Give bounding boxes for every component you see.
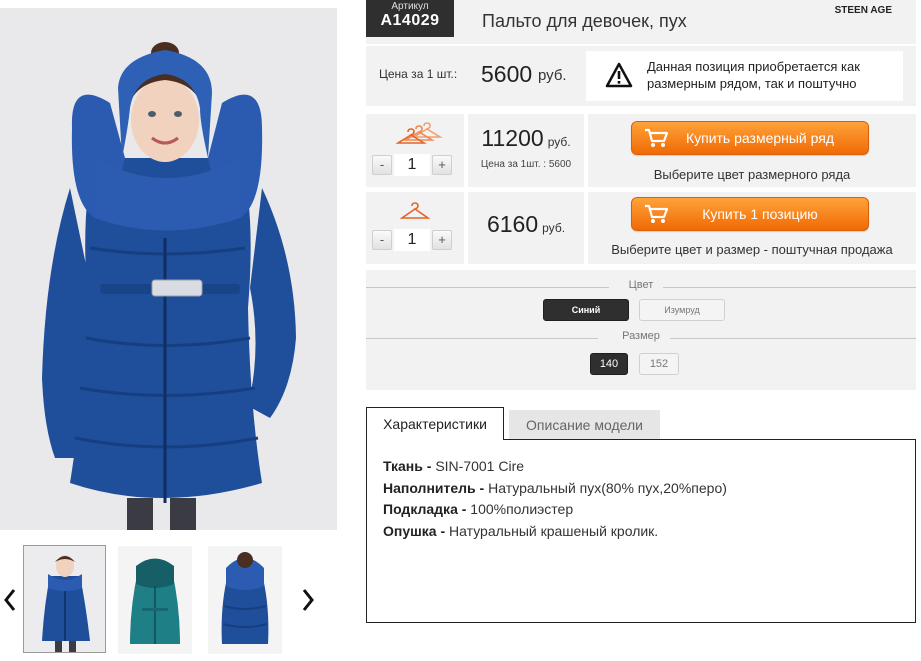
single-quantity-stepper: - + (372, 229, 454, 251)
tab-model-description[interactable]: Описание модели (509, 410, 660, 440)
sku-value: A14029 (380, 12, 440, 29)
size-pack-hint: Выберите цвет размерного ряда (653, 167, 851, 182)
spec-key: Наполнитель - (383, 479, 485, 496)
cart-icon (645, 204, 668, 223)
hanger-icon (399, 202, 431, 219)
size-pack-unit-note: Цена за 1шт. : 5600 (480, 159, 572, 170)
size-pack-quantity-input[interactable] (394, 154, 430, 176)
spec-row: Ткань - SIN-7001 Cire (383, 456, 899, 478)
size-pack-price-cell: 11200 руб. Цена за 1шт. : 5600 (468, 114, 584, 187)
brand-name: STEEN AGE (834, 5, 892, 16)
tab-characteristics[interactable]: Характеристики (366, 407, 504, 440)
purchase-notice: Данная позиция приобретается как размерн… (586, 51, 903, 101)
gallery-prev-button[interactable] (0, 580, 20, 620)
color-option-emerald[interactable]: Изумруд (639, 299, 725, 321)
hangers-icon (396, 122, 443, 144)
size-pack-buy-cell: Купить размерный ряд Выберите цвет разме… (588, 114, 916, 187)
buy-single-label: Купить 1 позицию (702, 206, 818, 222)
size-pack-price: 11200 руб. (468, 125, 584, 152)
thumbnail-coat-emerald[interactable] (118, 546, 192, 654)
spec-value: 100%полиэстер (466, 501, 574, 517)
warning-icon (605, 62, 633, 88)
spec-row: Наполнитель - Натуральный пух(80% пух,20… (383, 478, 899, 500)
unit-price-row: Цена за 1 шт.: 5600 руб. Данная позиция … (366, 46, 916, 106)
size-pack-qty-cell: - + (366, 114, 464, 187)
buy-size-pack-button[interactable]: Купить размерный ряд (631, 121, 869, 155)
unit-price-value: 5600 (481, 61, 533, 87)
single-buy-cell: Купить 1 позицию Выберите цвет и размер … (588, 192, 916, 264)
size-pack-quantity-stepper: - + (372, 154, 454, 176)
single-plus-button[interactable]: + (432, 230, 452, 250)
gallery-next-button[interactable] (298, 580, 318, 620)
product-options: Цвет Синий Изумруд Размер 140 152 (366, 270, 916, 390)
single-quantity-input[interactable] (394, 229, 430, 251)
spec-key: Опушка - (383, 522, 446, 539)
buy-single-button[interactable]: Купить 1 позицию (631, 197, 869, 231)
single-hint: Выберите цвет и размер - поштучная прода… (611, 242, 893, 257)
single-price-currency: руб. (542, 221, 566, 235)
size-heading: Размер (622, 330, 660, 342)
spec-key: Подкладка - (383, 501, 467, 517)
spec-row: Опушка - Натуральный крашеный кролик. (383, 521, 899, 543)
size-pack-price-currency: руб. (547, 135, 571, 149)
single-price-cell: 6160 руб. (468, 192, 584, 264)
characteristics-panel: Ткань - SIN-7001 Cire Наполнитель - Нату… (366, 439, 916, 623)
spec-row: Подкладка - 100%полиэстер (383, 499, 899, 521)
single-price: 6160 руб. (468, 211, 584, 238)
spec-value: Натуральный пух(80% пух,20%перо) (484, 479, 727, 496)
size-option-140[interactable]: 140 (590, 353, 628, 375)
product-header: Артикул A14029 Пальто для девочек, пух S… (366, 0, 916, 44)
thumbnail-coat-blue[interactable] (23, 545, 106, 653)
size-pack-plus-button[interactable]: + (432, 155, 452, 175)
color-option-blue[interactable]: Синий (543, 299, 629, 321)
color-heading: Цвет (628, 279, 654, 291)
size-pack-minus-button[interactable]: - (372, 155, 392, 175)
single-price-value: 6160 (486, 211, 539, 237)
spec-key: Ткань - (383, 458, 432, 474)
chevron-right-icon (302, 589, 314, 611)
single-minus-button[interactable]: - (372, 230, 392, 250)
spec-value: Натуральный крашеный кролик. (445, 522, 659, 539)
notice-text: Данная позиция приобретается как размерн… (647, 59, 860, 91)
sku-label: Артикул (391, 1, 429, 12)
size-pack-price-value: 11200 (481, 125, 544, 151)
size-option-152[interactable]: 152 (639, 353, 679, 375)
thumbnail-coat-blue-back[interactable] (208, 546, 282, 654)
single-qty-cell: - + (366, 192, 464, 264)
unit-price-label: Цена за 1 шт.: (379, 67, 458, 81)
main-product-photo[interactable] (0, 8, 337, 530)
cart-icon (645, 128, 668, 147)
unit-price-currency: руб. (538, 67, 567, 84)
buy-size-pack-label: Купить размерный ряд (685, 130, 835, 146)
product-title: Пальто для девочек, пух (482, 11, 687, 31)
chevron-left-icon (4, 589, 16, 611)
spec-value: SIN-7001 Cire (431, 458, 525, 474)
sku-badge: Артикул A14029 (366, 0, 454, 37)
